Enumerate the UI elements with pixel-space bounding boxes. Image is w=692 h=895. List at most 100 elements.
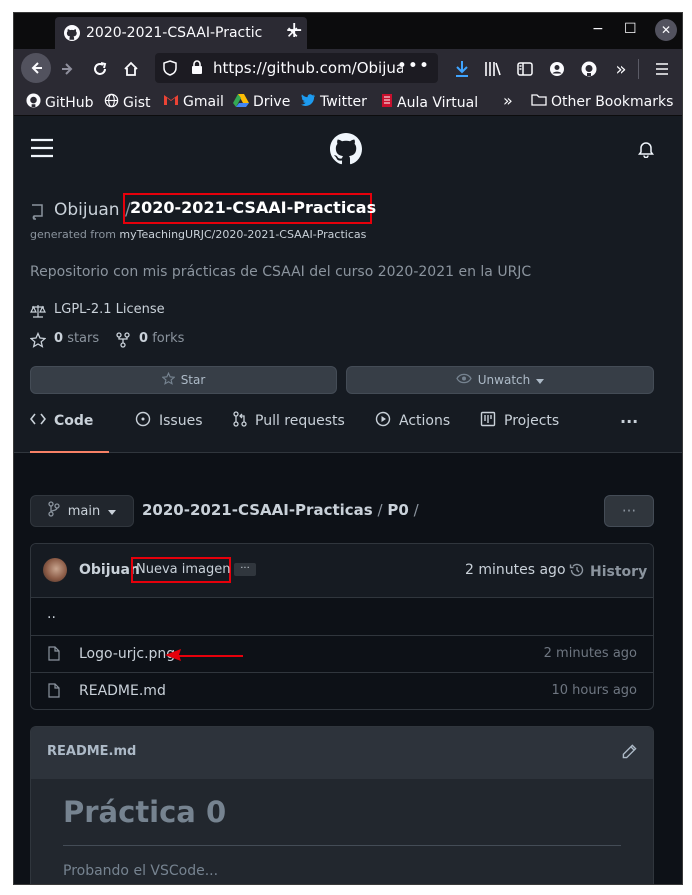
tab-actions[interactable]: Actions	[375, 391, 450, 451]
urjc-icon	[381, 93, 393, 112]
bookmarks-bar: GitHub Gist Gmail Drive Twitter Aula Vir…	[14, 89, 682, 116]
bookmark-drive[interactable]: Drive	[233, 93, 290, 111]
bookmark-github[interactable]: GitHub	[26, 93, 94, 112]
tabs-more-button[interactable]: ···	[620, 391, 638, 451]
notifications-bell-icon[interactable]	[638, 140, 654, 162]
commit-message-link[interactable]: Nueva imagen	[136, 562, 231, 577]
fork-icon	[116, 332, 130, 352]
more-options-button[interactable]: ···	[604, 495, 654, 527]
star-button[interactable]: Star	[30, 366, 337, 394]
tab-label: Issues	[159, 413, 203, 429]
github-page: Obijuan / 2020-2021-CSAAI-Practicas gene…	[14, 116, 682, 884]
other-bookmarks[interactable]: Other Bookmarks	[531, 93, 673, 110]
tab-issues[interactable]: Issues	[135, 391, 203, 451]
list-item[interactable]: README.md 10 hours ago	[31, 672, 653, 709]
shield-icon[interactable]	[163, 60, 177, 80]
sidebar-icon[interactable]	[511, 55, 539, 83]
stars-count[interactable]: 0 stars	[54, 331, 99, 346]
history-label: History	[590, 564, 648, 580]
toolbar-divider	[638, 59, 639, 79]
branch-name: main	[67, 503, 101, 519]
template-repo-link[interactable]: myTeachingURJC/2020-2021-CSAAI-Practicas	[119, 228, 366, 241]
lock-icon[interactable]	[191, 60, 203, 79]
github-icon	[26, 93, 41, 112]
unwatch-button[interactable]: Unwatch	[346, 366, 654, 394]
star-icon	[29, 331, 47, 352]
tab-code[interactable]: Code	[29, 391, 110, 453]
maximize-icon[interactable]: ☐	[624, 21, 637, 37]
close-window-icon[interactable]: ✕	[655, 19, 677, 41]
github-logo-icon[interactable]	[330, 133, 362, 169]
hamburger-menu-icon[interactable]	[30, 138, 54, 162]
file-name-link[interactable]: Logo-urjc.png	[79, 646, 175, 662]
repo-name-link[interactable]: 2020-2021-CSAAI-Practicas	[130, 198, 376, 217]
overflow-chevron-icon[interactable]: »	[607, 55, 635, 83]
github-favicon-icon	[64, 25, 80, 45]
divider	[63, 845, 621, 846]
file-name-link[interactable]: README.md	[79, 683, 166, 699]
forward-button[interactable]	[54, 55, 82, 83]
caret-down-icon	[108, 504, 117, 519]
download-icon[interactable]	[448, 55, 476, 83]
browser-window: 2020-2021-CSAAI-Practic ✕ + − ☐ ✕ https:…	[13, 12, 683, 885]
list-item[interactable]: Logo-urjc.png 2 minutes ago	[31, 635, 653, 673]
tab-pull-requests[interactable]: Pull requests	[233, 391, 345, 451]
bookmark-twitter[interactable]: Twitter	[301, 93, 367, 110]
commit-expand-button[interactable]: ···	[234, 563, 256, 576]
gmail-icon	[163, 93, 179, 110]
breadcrumb-repo-link[interactable]: 2020-2021-CSAAI-Practicas	[142, 501, 373, 519]
bookmark-label: Drive	[253, 94, 291, 110]
repo-owner-link[interactable]: Obijuan /	[54, 200, 131, 220]
forks-count[interactable]: 0 forks	[139, 331, 184, 346]
file-time: 2 minutes ago	[543, 646, 637, 661]
bookmark-aula-virtual[interactable]: Aula Virtual	[381, 93, 478, 112]
menu-icon[interactable]	[648, 55, 676, 83]
license-link[interactable]: LGPL-2.1 License	[54, 302, 165, 317]
account-icon[interactable]	[543, 55, 571, 83]
file-icon	[48, 683, 60, 702]
home-icon[interactable]	[117, 55, 145, 83]
commit-time: 2 minutes ago	[465, 562, 566, 578]
list-item[interactable]: ..	[31, 598, 653, 635]
file-icon	[48, 646, 60, 665]
url-bar[interactable]: https://github.com/Obijuan/ •••	[155, 53, 438, 83]
bookmark-gist[interactable]: Gist	[104, 93, 151, 112]
breadcrumb: 2020-2021-CSAAI-Practicas / P0 /	[142, 501, 419, 519]
history-link[interactable]: History	[569, 562, 647, 582]
avatar[interactable]	[43, 558, 67, 582]
folder-icon	[531, 93, 547, 110]
readme-heading: Práctica 0	[63, 795, 227, 829]
bookmark-gmail[interactable]: Gmail	[163, 93, 224, 110]
url-text[interactable]: https://github.com/Obijuan/	[213, 59, 403, 77]
reload-icon[interactable]	[86, 55, 114, 83]
github-extension-icon[interactable]	[575, 55, 603, 83]
bookmark-label: GitHub	[45, 94, 94, 111]
unwatch-button-label: Unwatch	[477, 373, 531, 387]
tab-label: Projects	[504, 413, 560, 429]
pencil-icon[interactable]	[622, 744, 637, 763]
red-arrow-annotation	[165, 646, 243, 665]
bookmarks-overflow-icon[interactable]: »	[503, 91, 513, 110]
law-scale-icon	[30, 303, 46, 322]
library-icon[interactable]	[479, 55, 507, 83]
minimize-icon[interactable]: −	[592, 21, 604, 37]
tab-projects[interactable]: Projects	[480, 391, 559, 451]
github-header	[14, 116, 682, 182]
browser-tab[interactable]: 2020-2021-CSAAI-Practic ✕	[55, 17, 307, 49]
star-button-label: Star	[180, 373, 206, 387]
repo-description: Repositorio con mis prácticas de CSAAI d…	[30, 264, 532, 280]
branch-select-button[interactable]: main	[30, 495, 134, 527]
parent-directory-link[interactable]: ..	[47, 606, 56, 622]
bookmark-label: Twitter	[320, 93, 367, 110]
other-bookmarks-label: Other Bookmarks	[551, 93, 674, 110]
readme-filename: README.md	[47, 744, 137, 759]
twitter-icon	[301, 93, 316, 110]
repository-header: Obijuan / 2020-2021-CSAAI-Practicas gene…	[14, 182, 682, 453]
bookmark-label: Gist	[123, 94, 151, 111]
globe-icon	[104, 93, 119, 112]
eye-icon	[456, 373, 472, 387]
new-tab-button[interactable]: +	[285, 18, 303, 43]
file-time: 10 hours ago	[551, 683, 637, 698]
page-actions-icon[interactable]: •••	[397, 56, 430, 76]
back-button[interactable]	[21, 53, 51, 83]
